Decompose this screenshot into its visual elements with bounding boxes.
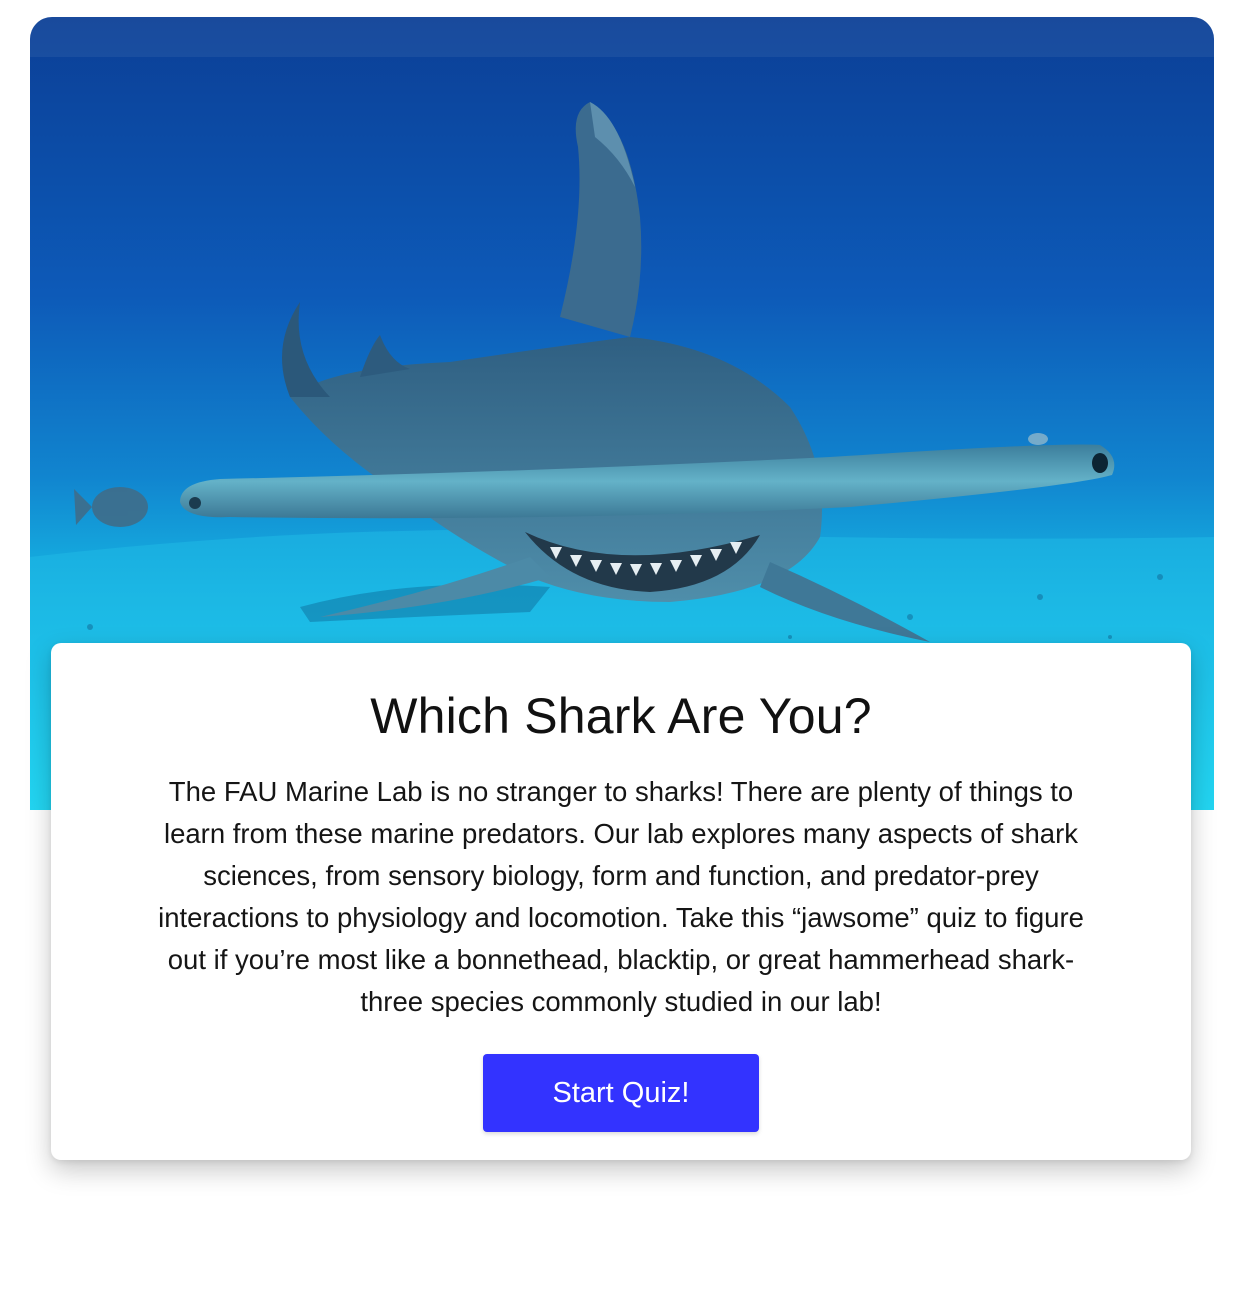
quiz-description: The FAU Marine Lab is no stranger to sha… — [158, 776, 1084, 1017]
start-quiz-button[interactable]: Start Quiz! — [483, 1054, 759, 1132]
quiz-intro-card: Which Shark Are You? The FAU Marine Lab … — [51, 643, 1191, 1160]
quiz-title: Which Shark Are You? — [370, 688, 872, 744]
